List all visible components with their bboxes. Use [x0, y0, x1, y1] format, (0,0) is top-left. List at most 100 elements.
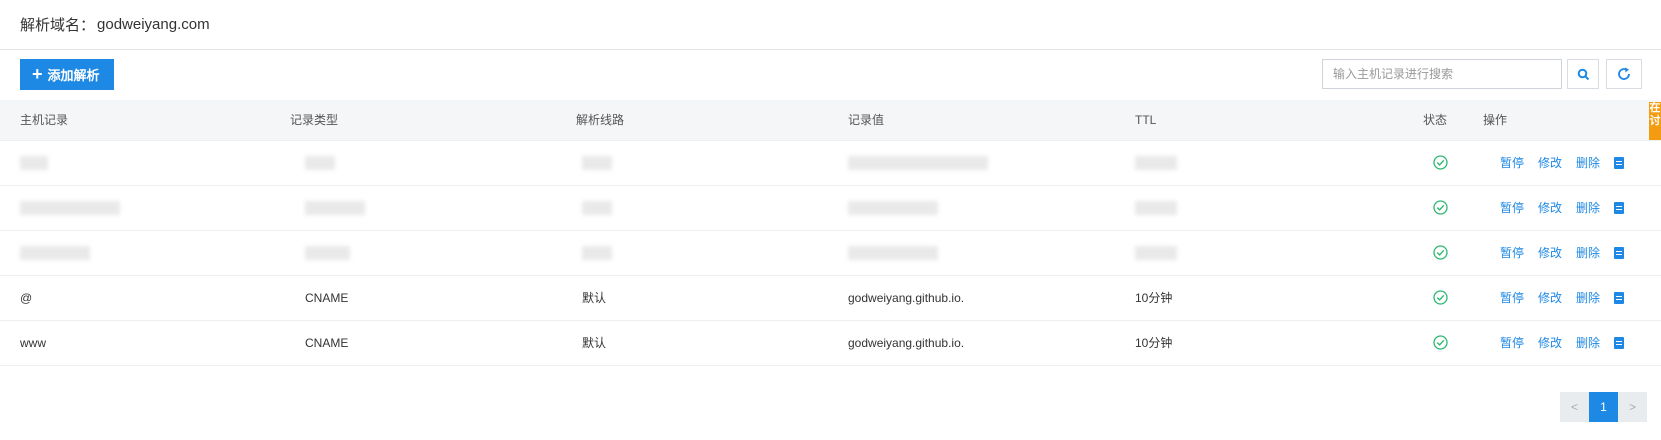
edit-button[interactable]: 修改: [1538, 154, 1562, 171]
pause-button[interactable]: 暂停: [1500, 244, 1524, 261]
table-row: www CNAME 默认 godweiyang.github.io. 10分钟 暂停 修改删…: [0, 320, 1661, 366]
value-cell: [848, 230, 1135, 276]
col-host: 主机记录: [0, 100, 290, 141]
redacted-value: [848, 200, 938, 215]
document-icon[interactable]: [1614, 291, 1625, 304]
status-cell: [1423, 185, 1483, 231]
page-next-button[interactable]: >: [1618, 392, 1647, 422]
actions-cell: 暂停 修改 删除: [1483, 320, 1661, 366]
table-row: 暂停 修改 删除: [0, 185, 1661, 231]
host-cell: [0, 230, 290, 276]
pause-button[interactable]: 暂停: [1500, 289, 1524, 306]
line-text: 默认: [582, 291, 607, 305]
toolbar: + 添加解析: [0, 50, 1661, 100]
redacted-value: [1135, 200, 1177, 215]
check-circle-icon: [1433, 245, 1448, 260]
ttl-cell: 10分钟: [1135, 275, 1423, 321]
ttl-cell: [1135, 230, 1423, 276]
domain-name: godweiyang.com: [97, 16, 210, 33]
ttl-text: 10分钟: [1135, 291, 1173, 305]
check-circle-icon: [1433, 200, 1448, 215]
host-text: www: [20, 335, 46, 350]
document-icon[interactable]: [1614, 201, 1625, 214]
edit-button[interactable]: 修改: [1538, 289, 1562, 306]
check-circle-icon: [1433, 155, 1448, 170]
host-text: @: [20, 290, 33, 305]
actions-cell: 暂停 修改 删除: [1483, 185, 1661, 231]
edit-button[interactable]: 修改: [1538, 244, 1562, 261]
type-text: CNAME: [305, 335, 349, 350]
line-cell: [576, 140, 848, 186]
document-icon[interactable]: [1614, 246, 1625, 259]
refresh-icon: [1618, 67, 1630, 80]
host-cell: [0, 185, 290, 231]
page-1-button[interactable]: 1: [1589, 392, 1618, 422]
host-cell: @: [0, 275, 290, 321]
col-ttl: TTL: [1135, 100, 1423, 141]
delete-button[interactable]: 删除: [1576, 334, 1600, 351]
type-cell: [290, 140, 576, 186]
col-line: 解析线路: [576, 100, 848, 141]
search-button[interactable]: [1567, 59, 1599, 89]
table-row: @ CNAME 默认 godweiyang.github.io. 10分钟 暂停 修改 删除: [0, 275, 1661, 321]
col-status: 状态: [1423, 100, 1483, 141]
redacted-value: [20, 200, 120, 215]
side-feedback-tab[interactable]: 在讨: [1649, 102, 1661, 140]
type-cell: [290, 185, 576, 231]
ttl-cell: 10分钟: [1135, 320, 1423, 366]
line-cell: [576, 230, 848, 276]
page-header: 解析域名： godweiyang.com: [0, 0, 1661, 50]
value-cell: godweiyang.github.io.: [848, 275, 1135, 321]
line-cell: 默认: [576, 275, 848, 321]
check-circle-icon: [1433, 290, 1448, 305]
redacted-value: [20, 245, 90, 260]
redacted-value: [1135, 245, 1177, 260]
plus-icon: +: [32, 64, 43, 84]
host-search-input[interactable]: [1322, 59, 1562, 89]
edit-button[interactable]: 修改: [1538, 199, 1562, 216]
status-cell: [1423, 140, 1483, 186]
delete-button[interactable]: 删除: [1576, 244, 1600, 261]
dns-records-table: 主机记录 记录类型 解析线路 记录值 TTL 状态 操作 暂停 修改 删除 暂停 修改删…: [0, 100, 1661, 366]
page-prev-button[interactable]: <: [1560, 392, 1589, 422]
col-actions: 操作: [1483, 100, 1661, 141]
document-icon[interactable]: [1614, 336, 1625, 349]
pause-button[interactable]: 暂停: [1500, 334, 1524, 351]
refresh-button[interactable]: [1606, 59, 1642, 89]
delete-button[interactable]: 删除: [1576, 154, 1600, 171]
domain-label: 解析域名：: [20, 17, 96, 34]
type-cell: CNAME: [290, 320, 576, 366]
redacted-value: [848, 245, 938, 260]
actions-cell: 暂停 修改 删除: [1483, 230, 1661, 276]
value-cell: [848, 140, 1135, 186]
line-cell: [576, 185, 848, 231]
pagination: < 1 >: [1560, 392, 1647, 422]
document-icon[interactable]: [1614, 156, 1625, 169]
value-text: godweiyang.github.io.: [848, 335, 965, 350]
line-text: 默认: [582, 336, 607, 350]
status-cell: [1423, 275, 1483, 321]
redacted-value: [305, 200, 365, 215]
type-cell: CNAME: [290, 275, 576, 321]
redacted-value: [305, 245, 350, 260]
redacted-value: [582, 245, 612, 260]
delete-button[interactable]: 删除: [1576, 289, 1600, 306]
edit-button[interactable]: 修改: [1538, 334, 1562, 351]
host-cell: [0, 140, 290, 186]
pause-button[interactable]: 暂停: [1500, 199, 1524, 216]
table-row: 暂停 修改 删除: [0, 230, 1661, 276]
check-circle-icon: [1433, 335, 1448, 350]
col-value: 记录值: [848, 100, 1135, 141]
pause-button[interactable]: 暂停: [1500, 154, 1524, 171]
ttl-text: 10分钟: [1135, 336, 1173, 350]
delete-button[interactable]: 删除: [1576, 199, 1600, 216]
redacted-value: [582, 200, 612, 215]
line-cell: 默认: [576, 320, 848, 366]
redacted-value: [848, 155, 988, 170]
status-cell: [1423, 320, 1483, 366]
type-text: CNAME: [305, 290, 349, 305]
col-type: 记录类型: [290, 100, 576, 141]
search-icon: [1577, 68, 1589, 80]
add-record-button[interactable]: + 添加解析: [20, 59, 114, 90]
host-cell: www: [0, 320, 290, 366]
